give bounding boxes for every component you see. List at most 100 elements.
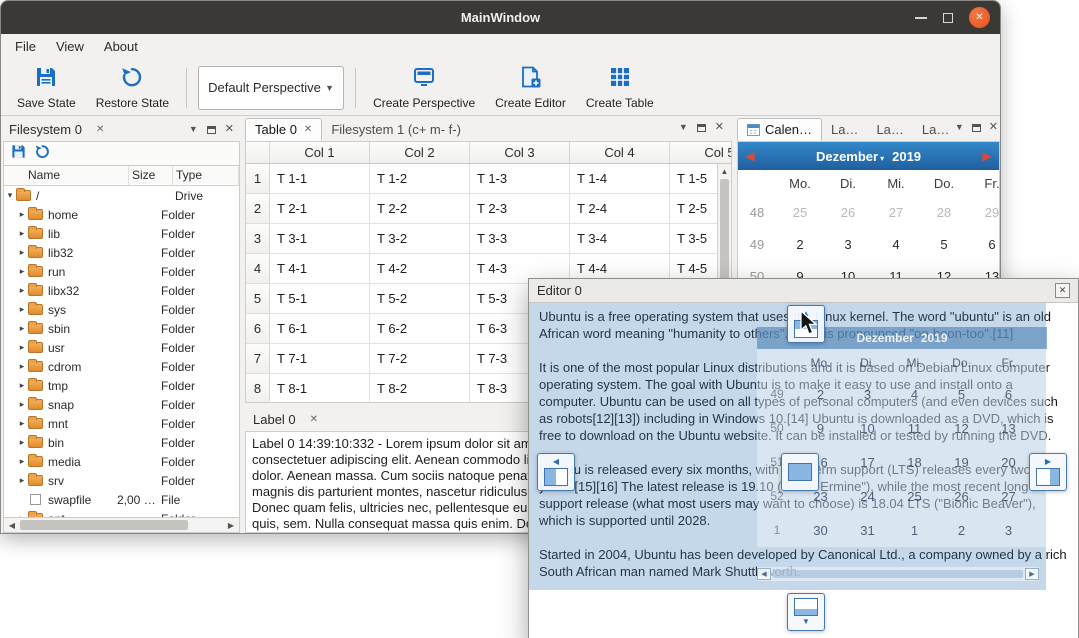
calendar-day[interactable]: 2 <box>776 237 824 252</box>
tree-row[interactable]: media Folder <box>4 452 239 471</box>
filesystem-hscrollbar[interactable]: ◀ ▶ <box>3 517 240 533</box>
tab-label[interactable]: La… <box>913 118 958 141</box>
table-cell[interactable]: T 7-2 <box>370 344 470 374</box>
create-perspective-button[interactable]: Create Perspective <box>363 62 485 114</box>
tree-expand-icon[interactable] <box>16 418 28 429</box>
tree-expand-icon[interactable] <box>16 209 28 220</box>
tree-row[interactable]: sbin Folder <box>4 319 239 338</box>
tree-row[interactable]: / Drive <box>4 186 239 205</box>
tree-row[interactable]: tmp Folder <box>4 376 239 395</box>
column-header-size[interactable]: Size <box>129 166 173 185</box>
tree-expand-icon[interactable] <box>16 323 28 334</box>
tree-row[interactable]: run Folder <box>4 262 239 281</box>
table-row-header[interactable]: 2 <box>246 194 270 224</box>
calendar-day[interactable]: 4 <box>872 237 920 252</box>
table-row-header[interactable]: 5 <box>246 284 270 314</box>
table-cell[interactable]: T 8-1 <box>270 374 370 403</box>
dock-float-icon[interactable] <box>207 126 216 134</box>
dock-close-button[interactable]: ✕ <box>989 122 998 133</box>
tree-expand-icon[interactable] <box>16 475 28 486</box>
tree-row[interactable]: lib32 Folder <box>4 243 239 262</box>
table-column-header[interactable]: Col 3 <box>470 142 570 164</box>
table-column-header[interactable]: Col 1 <box>270 142 370 164</box>
perspective-combobox[interactable]: Default Perspective ▼ <box>198 66 344 110</box>
tree-row[interactable]: home Folder <box>4 205 239 224</box>
table-cell[interactable]: T 1-4 <box>570 164 670 194</box>
table-cell[interactable]: T 1-1 <box>270 164 370 194</box>
tree-expand-icon[interactable] <box>16 228 28 239</box>
calendar-day[interactable]: 28 <box>920 205 968 220</box>
table-cell[interactable]: T 8-2 <box>370 374 470 403</box>
tab-filesystem1[interactable]: Filesystem 1 (c+ m- f-) <box>322 118 470 141</box>
table-cell[interactable]: T 3-2 <box>370 224 470 254</box>
table-row-header[interactable]: 4 <box>246 254 270 284</box>
create-editor-button[interactable]: Create Editor <box>485 62 576 114</box>
table-row-header[interactable]: 1 <box>246 164 270 194</box>
calendar-day[interactable]: 5 <box>920 237 968 252</box>
dock-indicator-left[interactable]: ◀ <box>537 453 575 491</box>
dock-menu-icon[interactable]: ▼ <box>955 123 964 132</box>
dock-float-icon[interactable] <box>972 124 981 132</box>
scroll-right-icon[interactable]: ▶ <box>223 518 239 532</box>
table-cell[interactable]: T 3-4 <box>570 224 670 254</box>
tab-close-icon[interactable]: ✕ <box>304 124 312 135</box>
tree-row[interactable]: bin Folder <box>4 433 239 452</box>
calendar-year-button[interactable]: 2019 <box>892 149 921 164</box>
calendar-prev-icon[interactable]: ◀ <box>738 149 762 163</box>
calendar-day[interactable]: 3 <box>824 237 872 252</box>
table-row-header[interactable]: 3 <box>246 224 270 254</box>
table-cell[interactable]: T 2-2 <box>370 194 470 224</box>
tab-calendar[interactable]: Calen… <box>737 118 822 141</box>
tree-expand-icon[interactable] <box>16 304 28 315</box>
filesystem-dock-titlebar[interactable]: Filesystem 0 ✕ ▼ ✕ <box>3 118 240 141</box>
dock-close-icon[interactable]: ✕ <box>96 124 104 135</box>
menu-item[interactable]: About <box>94 34 148 60</box>
close-button[interactable]: ✕ <box>969 7 990 28</box>
editor-close-button[interactable]: ✕ <box>1055 283 1070 298</box>
calendar-day[interactable]: 29 <box>968 205 1000 220</box>
table-cell[interactable]: T 2-3 <box>470 194 570 224</box>
table-cell[interactable]: T 6-1 <box>270 314 370 344</box>
calendar-day[interactable]: 27 <box>872 205 920 220</box>
minimize-button[interactable] <box>915 17 927 19</box>
tree-row[interactable]: libx32 Folder <box>4 281 239 300</box>
tree-expand-icon[interactable] <box>16 380 28 391</box>
tree-expand-icon[interactable] <box>16 285 28 296</box>
restore-state-button[interactable]: Restore State <box>86 62 179 114</box>
table-row-header[interactable]: 8 <box>246 374 270 403</box>
table-row-header[interactable]: 6 <box>246 314 270 344</box>
table-cell[interactable]: T 2-1 <box>270 194 370 224</box>
dock-close-icon[interactable]: ✕ <box>310 414 318 425</box>
table-cell[interactable]: T 4-2 <box>370 254 470 284</box>
tree-expand-icon[interactable] <box>16 342 28 353</box>
calendar-next-icon[interactable]: ▶ <box>975 149 999 163</box>
tree-expand-icon[interactable] <box>16 456 28 467</box>
table-cell[interactable]: T 5-1 <box>270 284 370 314</box>
window-titlebar[interactable]: MainWindow ✕ <box>1 1 1000 34</box>
tree-row[interactable]: mnt Folder <box>4 414 239 433</box>
calendar-day[interactable]: 25 <box>776 205 824 220</box>
table-cell[interactable]: T 4-1 <box>270 254 370 284</box>
tab-label[interactable]: La… <box>867 118 912 141</box>
tree-row[interactable]: usr Folder <box>4 338 239 357</box>
table-cell[interactable]: T 5-2 <box>370 284 470 314</box>
dock-float-icon[interactable] <box>697 124 706 132</box>
calendar-day[interactable]: 6 <box>968 237 1000 252</box>
scrollbar-thumb[interactable] <box>20 520 188 530</box>
tree-row[interactable]: cdrom Folder <box>4 357 239 376</box>
editor-titlebar[interactable]: Editor 0 ✕ <box>529 279 1078 303</box>
dock-menu-icon[interactable]: ▼ <box>679 123 688 132</box>
dock-indicator-center[interactable] <box>781 453 819 491</box>
tree-expand-icon[interactable] <box>16 266 28 277</box>
tree-expand-icon[interactable] <box>16 361 28 372</box>
column-header-name[interactable]: Name <box>4 166 129 185</box>
tree-row[interactable]: srv Folder <box>4 471 239 490</box>
dock-close-button[interactable]: ✕ <box>225 124 234 135</box>
scroll-up-icon[interactable]: ▲ <box>718 164 731 178</box>
dock-menu-icon[interactable]: ▼ <box>189 125 198 134</box>
tree-expand-icon[interactable] <box>4 190 16 201</box>
save-state-button[interactable]: Save State <box>7 62 86 114</box>
table-cell[interactable]: T 1-3 <box>470 164 570 194</box>
tab-label[interactable]: La… <box>822 118 867 141</box>
table-cell[interactable]: T 6-2 <box>370 314 470 344</box>
